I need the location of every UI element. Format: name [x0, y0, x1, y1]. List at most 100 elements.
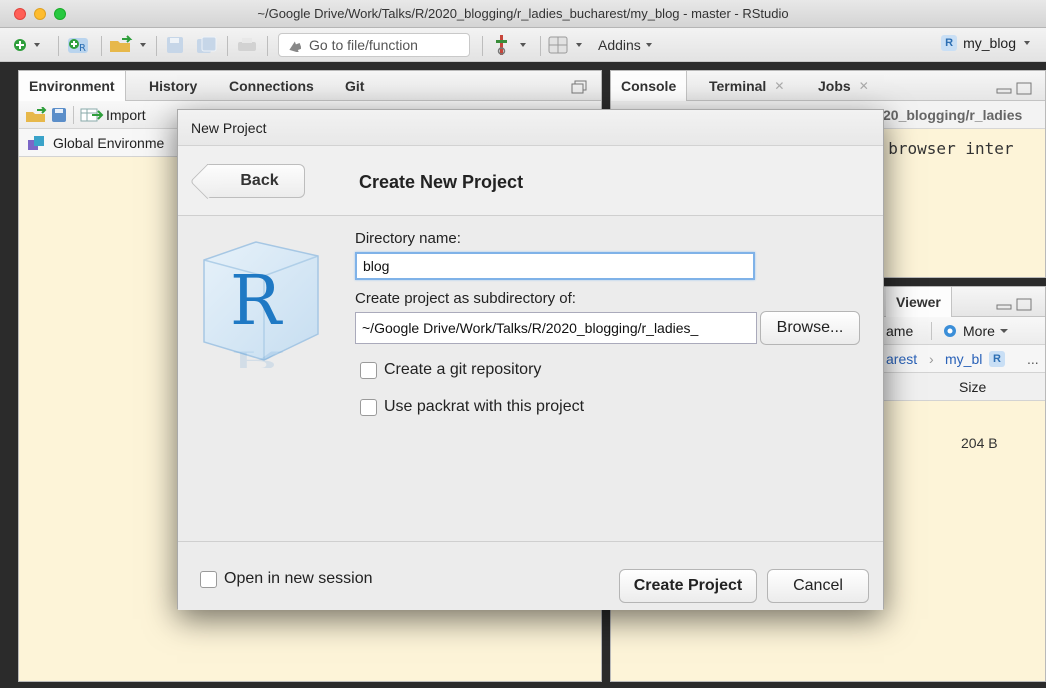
- git-repo-label: Create a git repository: [384, 361, 542, 378]
- global-environment-select[interactable]: Global Environme: [53, 135, 164, 151]
- open-folder-icon: [110, 35, 146, 52]
- new-project-icon: R: [68, 38, 88, 54]
- back-button[interactable]: Back: [207, 164, 305, 198]
- chevron-down-icon: [1024, 41, 1030, 45]
- toolbar-separator: [540, 36, 541, 56]
- pane-layout-button[interactable]: [548, 35, 588, 55]
- breadcrumb-separator: ›: [929, 350, 934, 367]
- git-branch-icon: [496, 35, 526, 55]
- project-name: my_blog: [963, 35, 1016, 51]
- new-project-button[interactable]: R: [66, 35, 106, 55]
- subdirectory-path-input[interactable]: ~/Google Drive/Work/Talks/R/2020_bloggin…: [355, 312, 757, 344]
- arrow-right-icon: [289, 41, 301, 52]
- save-all-icon: [197, 36, 217, 53]
- toolbar-separator: [931, 322, 932, 340]
- toolbar-separator: [227, 36, 228, 56]
- tab-jobs[interactable]: Jobs ✕: [808, 71, 879, 101]
- save-icon: [167, 37, 183, 53]
- toolbar-separator: [267, 36, 268, 56]
- new-session-label: Open in new session: [224, 570, 373, 587]
- toolbar-separator: [482, 36, 483, 56]
- more-menu[interactable]: More: [941, 322, 1009, 340]
- tab-history[interactable]: History: [139, 71, 207, 101]
- browse-button[interactable]: Browse...: [760, 311, 860, 345]
- breadcrumb-item[interactable]: my_bl: [945, 351, 982, 367]
- dialog-title: New Project: [178, 110, 883, 146]
- subdirectory-label: Create project as subdirectory of:: [355, 290, 576, 307]
- cancel-button[interactable]: Cancel: [767, 569, 869, 603]
- import-dataset-icon: [80, 108, 104, 121]
- git-vcs-button[interactable]: [494, 35, 534, 55]
- console-pane-tabs: Console Terminal ✕ Jobs ✕: [611, 71, 1045, 101]
- save-workspace-icon[interactable]: [51, 107, 67, 123]
- tab-viewer[interactable]: Viewer: [886, 287, 952, 317]
- tab-console[interactable]: Console: [611, 71, 688, 101]
- chevron-down-icon: [999, 328, 1008, 333]
- console-output: L browser inter: [869, 139, 1014, 158]
- toolbar-separator: [156, 36, 157, 56]
- directory-name-input[interactable]: blog: [355, 252, 755, 280]
- tab-terminal[interactable]: Terminal ✕: [699, 71, 794, 101]
- addins-label: Addins: [598, 37, 641, 53]
- grid-layout-icon: [548, 36, 582, 54]
- tab-environment[interactable]: Environment: [19, 71, 126, 101]
- r-project-icon: R: [941, 35, 958, 51]
- project-menu[interactable]: R my_blog: [941, 35, 1032, 51]
- create-project-button[interactable]: Create Project: [619, 569, 757, 603]
- file-size-cell: 204 B: [961, 435, 998, 451]
- r-logo-reflection: R: [230, 345, 283, 368]
- breadcrumb-item[interactable]: arest: [886, 351, 917, 367]
- r-project-icon: R: [989, 351, 1005, 367]
- environment-pane-tabs: Environment History Connections Git: [19, 71, 601, 101]
- directory-name-label: Directory name:: [355, 230, 461, 247]
- dialog-header: Back Create New Project: [178, 146, 883, 216]
- print-icon: [238, 38, 256, 51]
- restore-pane-icon[interactable]: [571, 80, 587, 94]
- tab-connections[interactable]: Connections: [219, 71, 324, 101]
- rename-button[interactable]: ame: [886, 323, 913, 339]
- open-file-button[interactable]: [108, 35, 152, 55]
- close-icon[interactable]: ✕: [774, 79, 784, 93]
- checkbox-box[interactable]: [360, 361, 377, 379]
- load-workspace-icon[interactable]: [25, 106, 47, 123]
- window-title: ~/Google Drive/Work/Talks/R/2020_bloggin…: [257, 6, 789, 21]
- global-env-icon: [28, 135, 44, 150]
- tab-jobs-label: Jobs: [818, 78, 851, 94]
- tab-git[interactable]: Git: [335, 71, 374, 101]
- new-session-checkbox[interactable]: Open in new session: [200, 570, 373, 588]
- dialog-heading: Create New Project: [359, 172, 524, 192]
- more-label: More: [963, 322, 995, 339]
- minimize-maximize-pane-icon[interactable]: [995, 81, 1033, 95]
- back-label: Back: [240, 172, 279, 189]
- minimize-maximize-pane-icon[interactable]: [995, 297, 1033, 311]
- tab-terminal-label: Terminal: [709, 78, 767, 94]
- addins-menu[interactable]: Addins: [598, 35, 657, 55]
- git-repo-checkbox[interactable]: Create a git repository: [360, 361, 541, 379]
- r-project-cube-icon: R R: [203, 241, 319, 368]
- save-all-button[interactable]: [196, 35, 218, 55]
- svg-text:R: R: [79, 43, 86, 54]
- save-button[interactable]: [166, 35, 184, 55]
- packrat-label: Use packrat with this project: [384, 398, 585, 415]
- more-path-button[interactable]: ...: [1027, 351, 1039, 367]
- new-file-button[interactable]: [12, 35, 42, 55]
- gear-icon: [944, 324, 956, 337]
- packrat-checkbox[interactable]: Use packrat with this project: [360, 398, 584, 416]
- goto-file-function-input[interactable]: Go to file/function: [278, 33, 470, 57]
- toolbar-separator: [101, 36, 102, 56]
- print-button[interactable]: [236, 35, 258, 55]
- goto-placeholder: Go to file/function: [309, 37, 418, 53]
- chevron-down-icon: [645, 43, 652, 47]
- checkbox-box[interactable]: [360, 398, 377, 416]
- new-project-dialog: New Project Back Create New Project R R …: [177, 109, 884, 610]
- toolbar-separator: [58, 36, 59, 56]
- toolbar-separator: [73, 105, 74, 124]
- column-size-header[interactable]: Size: [959, 379, 986, 395]
- r-logo-letter: R: [230, 262, 283, 341]
- main-toolbar: R Go to file/function Addins R my_blog: [0, 28, 1046, 62]
- dialog-body: R R Directory name: blog Create project …: [178, 216, 883, 541]
- close-icon[interactable]: ✕: [859, 79, 869, 93]
- checkbox-box[interactable]: [200, 570, 217, 588]
- new-file-icon: [14, 39, 40, 51]
- import-dataset-button[interactable]: Import: [106, 107, 146, 123]
